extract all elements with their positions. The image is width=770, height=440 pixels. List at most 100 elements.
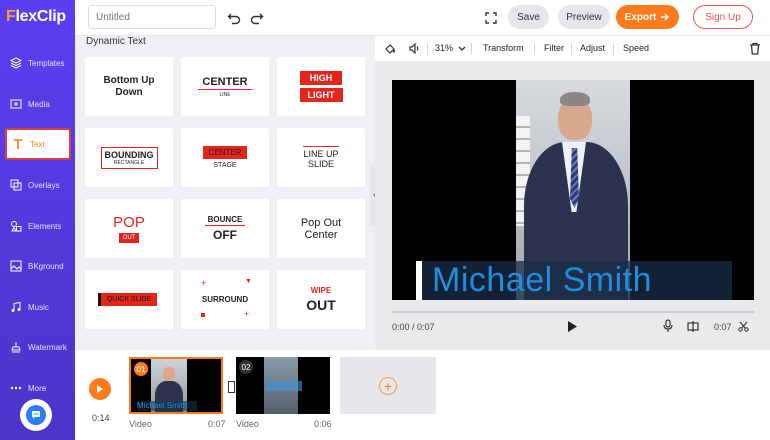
card-text: WIPE (310, 286, 332, 295)
card-text: HIGH (299, 71, 343, 85)
arrow-right-icon (661, 13, 670, 21)
card-text: Center (304, 228, 338, 241)
watermark-icon (11, 342, 21, 353)
preview-area: Michael Smith 0:00 / 0:07 0:07 (375, 62, 770, 350)
sidebar-item-label: Music (28, 302, 49, 312)
more-icon (10, 386, 22, 390)
fullscreen-icon[interactable] (482, 9, 500, 27)
chat-button[interactable] (20, 399, 52, 431)
chevron-down-icon[interactable] (458, 46, 466, 52)
text-style-card[interactable]: CENTER STAGE (181, 128, 269, 187)
add-clip-button[interactable]: + (340, 357, 436, 414)
transition-handle[interactable] (228, 381, 235, 393)
text-style-card[interactable]: Pop Out Center (277, 199, 365, 258)
text-style-card[interactable]: Bottom Up Down (85, 57, 173, 116)
video-preview[interactable]: Michael Smith (392, 80, 754, 300)
chat-icon (26, 405, 46, 425)
text-icon (13, 139, 23, 149)
sidebar-item-elements[interactable]: Elements (5, 210, 71, 242)
media-icon (10, 99, 22, 109)
sidebar-item-label: Elements (28, 221, 62, 231)
elements-icon (11, 221, 22, 232)
timeline: 0:14 01 Michael Smith Video 0:07 02 Vide… (75, 350, 770, 440)
project-title-input[interactable] (88, 5, 216, 29)
play-icon (97, 385, 103, 393)
text-style-card[interactable]: + ▼ SURROUND + (181, 270, 269, 329)
clip-type: Video (236, 419, 259, 429)
export-button[interactable]: Export (616, 5, 679, 29)
signup-button[interactable]: Sign Up (693, 5, 753, 29)
caption-text[interactable]: Michael Smith (432, 261, 652, 300)
clip-type: Video (129, 419, 152, 429)
text-style-card[interactable]: WIPE OUT (277, 270, 365, 329)
microphone-icon[interactable] (663, 319, 673, 336)
card-text: CENTER (198, 76, 252, 90)
fill-color-icon[interactable] (384, 42, 397, 57)
playback-progress[interactable] (392, 311, 754, 313)
timeline-clip[interactable]: 02 (236, 357, 330, 414)
split-icon[interactable] (687, 320, 699, 335)
top-bar: Save Preview Export Sign Up (75, 0, 770, 36)
sidebar-item-bkground[interactable]: BKground (5, 250, 71, 282)
save-button[interactable]: Save (508, 5, 549, 29)
card-text: SLIDE (307, 159, 334, 169)
square-decoration-icon (201, 313, 205, 317)
play-icon[interactable] (567, 320, 578, 336)
layers-icon (10, 57, 22, 69)
overlays-icon (10, 179, 22, 191)
undo-icon[interactable] (225, 9, 243, 27)
sidebar-item-media[interactable]: Media (5, 88, 71, 120)
card-text: SURROUND (201, 295, 249, 304)
card-text: Bottom Up (103, 74, 155, 86)
sidebar-item-label: Text (30, 139, 45, 149)
sidebar-item-label: More (28, 383, 47, 393)
clip-duration: 0:07 (208, 419, 226, 429)
triangle-decoration-icon: ▼ (245, 278, 252, 285)
card-text: OFF (213, 228, 237, 242)
trash-icon[interactable] (749, 42, 761, 57)
scissors-icon[interactable] (738, 321, 749, 335)
plus-decoration-icon: + (201, 278, 207, 288)
card-text: QUICK SLIDE (100, 293, 158, 306)
zoom-level[interactable]: 31% (435, 43, 453, 53)
transform-button[interactable]: Transform (483, 43, 524, 53)
plus-decoration-icon: + (244, 309, 250, 319)
text-style-card[interactable]: BOUNDING RECTANGLE (85, 128, 173, 187)
speed-button[interactable]: Speed (623, 43, 649, 53)
redo-icon[interactable] (248, 9, 266, 27)
text-style-card[interactable]: CENTER LINE (181, 57, 269, 116)
preview-button[interactable]: Preview (558, 5, 610, 29)
sidebar-item-text[interactable]: Text (5, 128, 71, 160)
flexclip-logo[interactable]: FlexClip (6, 8, 66, 26)
sidebar-item-overlays[interactable]: Overlays (5, 169, 71, 201)
text-panel: Dynamic Text Bottom Up Down CENTER LINE … (75, 36, 375, 350)
sidebar-item-label: Overlays (28, 180, 60, 190)
panel-title: Dynamic Text (86, 36, 146, 47)
card-text: CENTER (202, 146, 248, 159)
card-text: POP (113, 214, 145, 231)
card-text: OUT (306, 297, 336, 313)
music-icon (11, 301, 21, 312)
sidebar-item-templates[interactable]: Templates (5, 47, 71, 79)
total-time: 0:07 (714, 322, 732, 332)
text-style-card[interactable]: POP OUT (85, 199, 173, 258)
card-text: STAGE (213, 162, 237, 169)
volume-icon[interactable] (408, 42, 421, 57)
text-style-card[interactable]: HIGH LIGHT (277, 57, 365, 116)
sidebar-item-watermark[interactable]: Watermark (5, 331, 71, 363)
card-text: BOUNCE (204, 215, 246, 226)
clip-number: 01 (134, 362, 148, 376)
adjust-button[interactable]: Adjust (580, 43, 605, 53)
sidebar: FlexClip Templates Media Text Overlays E… (0, 0, 75, 440)
timeline-clip[interactable]: 01 Michael Smith (129, 357, 223, 414)
timeline-play-button[interactable] (89, 378, 111, 400)
filter-button[interactable]: Filter (544, 43, 564, 53)
plus-icon: + (379, 376, 397, 395)
sidebar-item-music[interactable]: Music (5, 291, 71, 323)
text-style-card[interactable]: QUICK SLIDE (85, 270, 173, 329)
card-text: Pop Out (300, 216, 342, 229)
text-style-card[interactable]: BOUNCE OFF (181, 199, 269, 258)
text-style-card[interactable]: LINE UP SLIDE (277, 128, 365, 187)
clip-caption-thumb: Michael Smith (137, 401, 197, 411)
card-text: Down (115, 86, 143, 98)
